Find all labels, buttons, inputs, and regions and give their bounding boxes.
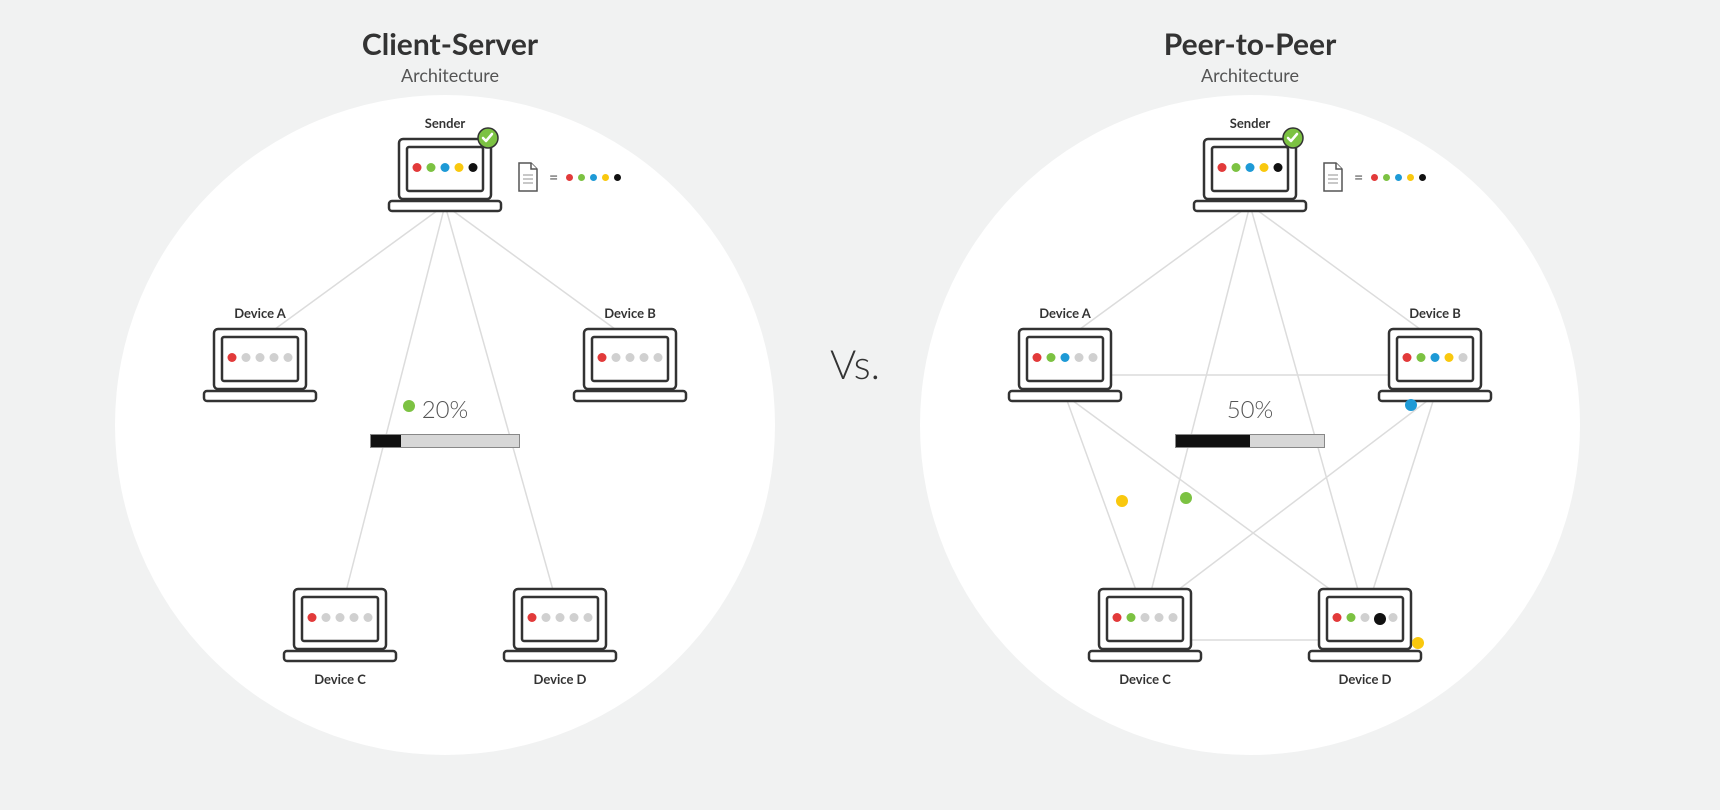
right-title-block: Peer-to-Peer Architecture <box>1050 26 1450 86</box>
cs-device-c-label: Device C <box>314 671 366 687</box>
p2p-sender-label: Sender <box>1230 115 1271 131</box>
left-title: Client-Server <box>250 26 650 62</box>
cs-sender-dots <box>413 163 478 172</box>
right-subtitle: Architecture <box>1050 64 1450 86</box>
left-title-block: Client-Server Architecture <box>250 26 650 86</box>
p2p-device-d-dots <box>1333 613 1398 622</box>
document-icon <box>515 161 541 193</box>
cs-file-legend: = <box>515 161 621 193</box>
cs-legend-dots <box>566 174 621 181</box>
vs-label: Vs. <box>830 340 880 388</box>
checkmark-badge-icon <box>477 127 499 149</box>
p2p-progress-fill <box>1176 435 1250 447</box>
diagram-stage: Client-Server Architecture Peer-to-Peer … <box>0 0 1720 810</box>
cs-device-a-laptop: Device A <box>200 325 320 405</box>
p2p-legend-dots <box>1371 174 1426 181</box>
laptop-icon <box>1375 325 1495 405</box>
cs-device-a-label: Device A <box>234 305 286 321</box>
p2p-progress-label: 50% <box>1170 395 1330 424</box>
p2p-device-a-label: Device A <box>1039 305 1091 321</box>
laptop-icon <box>200 325 320 405</box>
laptop-icon <box>280 585 400 665</box>
cs-device-d-laptop: Device D <box>500 585 620 665</box>
cs-device-b-label: Device B <box>604 305 656 321</box>
cs-progress-fill <box>371 435 401 447</box>
cs-sender-laptop: Sender <box>385 135 505 215</box>
p2p-file-legend: = <box>1320 161 1426 193</box>
cs-progress-label: 20% <box>365 395 525 424</box>
p2p-progress: 50% <box>1170 395 1330 448</box>
p2p-device-d-laptop: Device D <box>1305 585 1425 665</box>
cs-progress-bar <box>370 434 520 448</box>
cs-device-a-dots <box>228 353 293 362</box>
equals-sign: = <box>1354 168 1363 187</box>
right-title: Peer-to-Peer <box>1050 26 1450 62</box>
checkmark-badge-icon <box>1282 127 1304 149</box>
p2p-device-b-laptop: Device B <box>1375 325 1495 405</box>
p2p-sender-laptop: Sender <box>1190 135 1310 215</box>
p2p-device-c-dots <box>1113 613 1178 622</box>
cs-device-b-laptop: Device B <box>570 325 690 405</box>
cs-device-c-dots <box>308 613 373 622</box>
laptop-icon <box>1085 585 1205 665</box>
p2p-progress-bar <box>1175 434 1325 448</box>
packet-dot <box>1374 613 1386 625</box>
left-subtitle: Architecture <box>250 64 650 86</box>
document-icon <box>1320 161 1346 193</box>
equals-sign: = <box>549 168 558 187</box>
p2p-sender-dots <box>1218 163 1283 172</box>
laptop-icon <box>570 325 690 405</box>
p2p-device-a-laptop: Device A <box>1005 325 1125 405</box>
p2p-device-a-dots <box>1033 353 1098 362</box>
laptop-icon <box>500 585 620 665</box>
cs-sender-label: Sender <box>425 115 466 131</box>
p2p-device-c-laptop: Device C <box>1085 585 1205 665</box>
cs-progress: 20% <box>365 395 525 448</box>
packet-dot <box>1405 399 1417 411</box>
p2p-device-b-label: Device B <box>1409 305 1461 321</box>
packet-dot <box>1116 495 1128 507</box>
packet-dot <box>1180 492 1192 504</box>
cs-device-d-dots <box>528 613 593 622</box>
p2p-device-b-dots <box>1403 353 1468 362</box>
left-circle: Sender = Device A Device B Device C <box>115 95 775 755</box>
packet-dot <box>1412 637 1424 649</box>
p2p-device-c-label: Device C <box>1119 671 1171 687</box>
cs-device-d-label: Device D <box>534 671 587 687</box>
laptop-icon <box>1005 325 1125 405</box>
cs-device-c-laptop: Device C <box>280 585 400 665</box>
cs-device-b-dots <box>598 353 663 362</box>
p2p-device-d-label: Device D <box>1339 671 1392 687</box>
laptop-icon <box>1305 585 1425 665</box>
packet-dot <box>403 400 415 412</box>
right-circle: Sender = Device A Device B Device C <box>920 95 1580 755</box>
